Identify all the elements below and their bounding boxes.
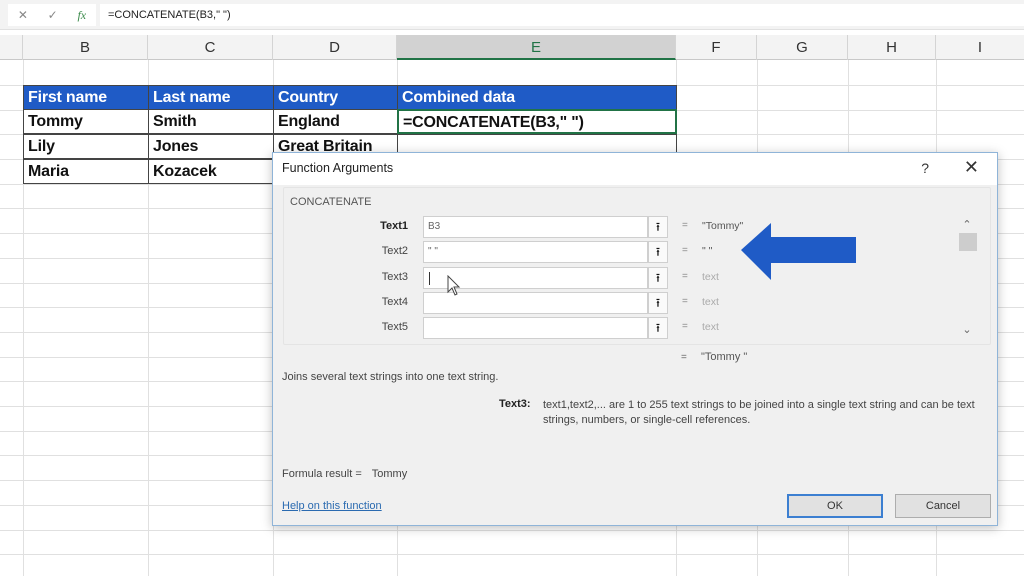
argument-label: Text4: [381, 296, 408, 308]
column-header-d[interactable]: D: [273, 35, 397, 60]
table-header-combined-data[interactable]: Combined data: [397, 85, 677, 110]
column-header-g[interactable]: G: [757, 35, 848, 60]
formula-result-value: Tommy: [371, 468, 408, 480]
argument-row-text3: Text3 ⭱ = text: [284, 267, 990, 291]
check-icon[interactable]: ✓: [48, 8, 58, 22]
text2-input[interactable]: " ": [423, 241, 648, 263]
argument-row-text1: Text1 B3 ⭱ = "Tommy": [284, 216, 990, 240]
arguments-panel: CONCATENATE Text1 B3 ⭱ = "Tommy" Text2 "…: [283, 187, 991, 345]
argument-row-text4: Text4 ⭱ = text: [284, 292, 990, 316]
equals-sign: =: [681, 352, 687, 363]
column-header-h[interactable]: H: [848, 35, 936, 60]
equals-sign: =: [682, 296, 688, 307]
column-headers: B C D E F G H I: [0, 35, 1024, 60]
argument-description-label: Text3:: [499, 398, 531, 410]
argument-label: Text3: [381, 271, 408, 283]
table-header-country[interactable]: Country: [273, 85, 398, 110]
formula-result-label: Formula result =: [282, 468, 362, 480]
argument-label: Text1: [380, 220, 408, 232]
dialog-title: Function Arguments: [282, 161, 394, 175]
equals-sign: =: [682, 271, 688, 282]
mouse-pointer-icon: [447, 275, 461, 296]
gridline: [0, 530, 1024, 531]
argument-label: Text2: [381, 245, 408, 257]
argument-row-text5: Text5 ⭱ = text: [284, 317, 990, 341]
argument-label: Text5: [381, 321, 408, 333]
column-header-f[interactable]: F: [676, 35, 757, 60]
column-header-b[interactable]: B: [23, 35, 148, 60]
collapse-dialog-icon[interactable]: ⭱: [648, 292, 668, 314]
text1-input[interactable]: B3: [423, 216, 648, 238]
table-header-first-name[interactable]: First name: [23, 85, 149, 110]
argument-result: " ": [702, 245, 713, 257]
table-cell[interactable]: Kozacek: [148, 159, 274, 184]
formula-result: Formula result = Tommy: [282, 468, 407, 480]
active-cell-e3[interactable]: =CONCATENATE(B3," "): [397, 109, 677, 134]
table-cell[interactable]: England: [273, 109, 398, 134]
table-cell[interactable]: Maria: [23, 159, 149, 184]
annotation-arrow-icon: [741, 223, 856, 280]
table-cell[interactable]: Jones: [148, 134, 274, 159]
argument-row-text2: Text2 " " ⭱ = " ": [284, 241, 990, 265]
text5-input[interactable]: [423, 317, 648, 339]
column-header-c[interactable]: C: [148, 35, 273, 60]
collapse-dialog-icon[interactable]: ⭱: [648, 216, 668, 238]
collapse-dialog-icon[interactable]: ⭱: [648, 241, 668, 263]
cancel-icon[interactable]: ✕: [18, 8, 28, 22]
help-icon[interactable]: ?: [921, 160, 929, 176]
argument-result: text: [702, 271, 719, 283]
column-header-i[interactable]: I: [936, 35, 1024, 60]
dialog-title-bar[interactable]: Function Arguments ? ✕: [273, 153, 997, 185]
excel-window: ✕ ✓ fx =CONCATENATE(B3," ") B C D E F G …: [0, 0, 1024, 576]
chevron-up-icon[interactable]: ⌃: [958, 218, 976, 231]
table-cell[interactable]: Tommy: [23, 109, 149, 134]
column-header-a[interactable]: [0, 35, 23, 60]
collapse-dialog-icon[interactable]: ⭱: [648, 267, 668, 289]
column-header-e[interactable]: E: [397, 35, 676, 60]
table-cell[interactable]: Lily: [23, 134, 149, 159]
formula-bar-buttons: ✕ ✓ fx: [8, 4, 96, 26]
argument-result: "Tommy": [702, 220, 744, 232]
collapse-dialog-icon[interactable]: ⭱: [648, 317, 668, 339]
chevron-down-icon[interactable]: ⌄: [958, 323, 976, 336]
argument-description: text1,text2,... are 1 to 255 text string…: [543, 399, 975, 426]
equals-sign: =: [682, 245, 688, 256]
formula-input[interactable]: =CONCATENATE(B3," "): [100, 4, 1024, 26]
insert-function-icon[interactable]: fx: [77, 8, 86, 23]
argument-result: text: [702, 321, 719, 333]
argument-result: text: [702, 296, 719, 308]
formula-bar: ✕ ✓ fx =CONCATENATE(B3," "): [0, 0, 1024, 30]
function-arguments-dialog: Function Arguments ? ✕ CONCATENATE Text1…: [272, 152, 998, 526]
text-caret: [429, 272, 430, 285]
cancel-button[interactable]: Cancel: [895, 494, 991, 518]
gridline: [0, 554, 1024, 555]
function-description: Joins several text strings into one text…: [282, 371, 499, 383]
close-icon[interactable]: ✕: [964, 157, 979, 178]
function-name: CONCATENATE: [290, 196, 372, 208]
equals-sign: =: [682, 321, 688, 332]
help-on-function-link[interactable]: Help on this function: [282, 500, 382, 512]
ok-button[interactable]: OK: [787, 494, 883, 518]
scrollbar-thumb[interactable]: [959, 233, 977, 251]
table-header-last-name[interactable]: Last name: [148, 85, 274, 110]
equals-sign: =: [682, 220, 688, 231]
arguments-scrollbar[interactable]: ⌃ ⌄: [958, 218, 977, 336]
table-cell[interactable]: Smith: [148, 109, 274, 134]
function-result: "Tommy ": [701, 351, 748, 363]
